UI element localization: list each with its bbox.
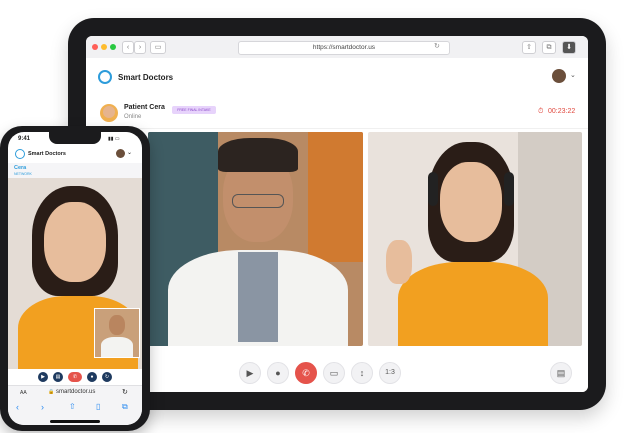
share-icon[interactable]: ⇧ [522,41,536,54]
url-text[interactable]: smartdoctor.us [56,389,95,395]
sidebar-icon[interactable]: ▭ [150,41,166,54]
headset-left [428,172,438,206]
home-indicator [50,420,100,423]
switch-camera-icon[interactable]: ↻ [102,372,112,382]
doctor-coat [101,337,133,357]
chat-icon[interactable]: ▤ [53,372,63,382]
address-bar[interactable]: https://smartdoctor.us [238,41,450,55]
headset-right [504,172,514,206]
patient-face-large [44,202,106,282]
patient-name: Patient Cera [124,104,165,111]
self-view-thumbnail[interactable] [94,308,140,358]
end-call-icon[interactable]: ✆ [68,372,82,382]
patient-video [368,132,582,346]
phone-screen: 9:41 ▮▮ ▭ Smart Doctors ⌄ Cera NETWORK ▶… [8,132,142,425]
video-camera-icon[interactable]: ▶ [239,362,261,384]
glasses [232,194,284,208]
timer-icon: ⏱ [538,108,544,115]
text-size-button[interactable]: AA [20,390,27,396]
chevron-down-icon[interactable]: ⌄ [127,149,132,156]
call-controls: ▶ ● ✆ ▭ ↕ 1:3 ▤ [86,354,588,392]
office-background [308,132,363,262]
patient-name: Cera [14,165,27,171]
phone-controls: ▶ ▤ ✆ ● ↻ [8,369,142,385]
doctor-video [148,132,363,346]
tabs-icon[interactable]: ⧉ [122,402,128,412]
chevron-down-icon[interactable]: ⌄ [570,71,576,79]
forward-arrow-icon[interactable]: › [134,41,146,54]
resize-icon[interactable]: ↕ [351,362,373,384]
mobile-browser-bar: AA 🔒 smartdoctor.us ↻ ‹ › ⇧ ▯ ⧉ [8,385,142,425]
call-timer: 00:23:22 [548,108,576,115]
patient-avatar [100,104,118,122]
end-call-icon[interactable]: ✆ [295,362,317,384]
back-arrow-icon[interactable]: ‹ [122,41,134,54]
share-icon[interactable]: ⇧ [69,402,76,411]
brand-name: Smart Doctors [28,151,66,157]
download-icon[interactable]: ⬇ [562,41,576,54]
doctor-avatar[interactable] [116,149,125,158]
forward-arrow-icon[interactable]: › [41,402,44,412]
tablet-screen: ‹ › ▭ https://smartdoctor.us ↻ ⇧ ⧉ ⬇ Sma… [86,36,588,392]
reload-icon[interactable]: ↻ [122,388,128,396]
patient-bar: Patient Cera Online FREE FINAL INTAKE ⏱ … [86,98,588,129]
doctor-avatar[interactable] [552,69,566,83]
signal-battery-icon: ▮▮ ▭ [108,136,120,142]
browser-toolbar: ‹ › ▭ https://smartdoctor.us ↻ ⇧ ⧉ ⬇ [86,36,588,59]
brand-name: Smart Doctors [118,73,174,82]
reload-icon[interactable]: ↻ [434,42,440,50]
microphone-icon[interactable]: ● [87,372,97,382]
microphone-icon[interactable]: ● [267,362,289,384]
bookmarks-icon[interactable]: ▯ [96,402,100,411]
waving-hand [386,240,412,284]
video-camera-icon[interactable]: ▶ [38,372,48,382]
ratio-button[interactable]: 1:3 [379,362,401,384]
patient-video [8,178,142,369]
orange-shirt [398,262,548,346]
status-time: 9:41 [18,136,31,142]
back-arrow-icon[interactable]: ‹ [16,402,19,412]
app-header: Smart Doctors ⌄ [86,58,588,99]
status-badge: FREE FINAL INTAKE [172,106,216,114]
patient-face [103,106,115,118]
brand-logo-icon [15,149,25,159]
patient-bar: Cera NETWORK [8,163,142,178]
patient-status: NETWORK [14,172,32,176]
doctor-hair [218,138,298,172]
close-window-dot[interactable] [92,44,98,50]
lock-icon: 🔒 [48,389,55,395]
phone-notch [49,132,101,144]
screen-share-icon[interactable]: ▭ [323,362,345,384]
brand-logo-icon [98,70,112,84]
patient-status: Online [124,114,142,120]
tabs-icon[interactable]: ⧉ [542,41,556,54]
doctor-shirt [238,252,278,342]
chat-icon[interactable]: ▤ [550,362,572,384]
patient-face-large [440,162,502,242]
maximize-window-dot[interactable] [110,44,116,50]
url-text: https://smartdoctor.us [312,44,376,51]
doctor-face [109,315,125,335]
minimize-window-dot[interactable] [101,44,107,50]
